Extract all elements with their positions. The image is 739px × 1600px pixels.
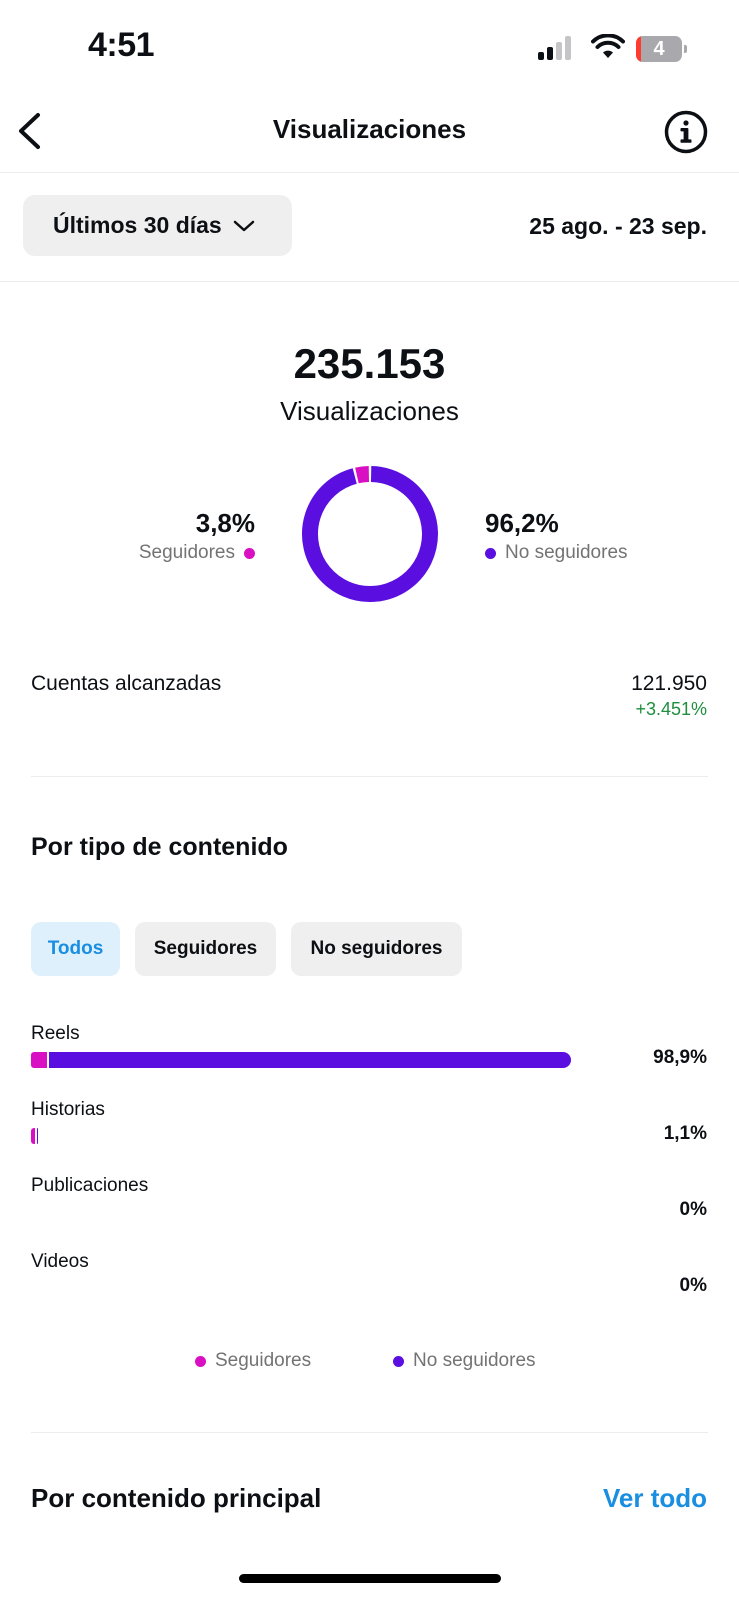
home-indicator — [239, 1574, 501, 1583]
donut-segment-followers — [355, 466, 370, 484]
section-divider — [31, 776, 708, 777]
date-range-text: 25 ago. - 23 sep. — [529, 213, 707, 239]
info-icon[interactable] — [664, 110, 708, 154]
followers-percentage: 3,8% — [195, 508, 255, 538]
non-followers-percentage: 96,2% — [485, 508, 559, 538]
followers-legend-label: Seguidores — [138, 542, 235, 563]
content-row-posts-pct: 0% — [679, 1199, 707, 1220]
header-divider — [0, 172, 739, 173]
date-range-dropdown[interactable]: Últimos 30 días — [23, 195, 292, 256]
legend-followers-label: Seguidores — [215, 1350, 312, 1371]
accounts-reached-change: +3.451% — [635, 699, 707, 719]
legend-followers: Seguidores — [195, 1350, 311, 1372]
chevron-down-icon — [233, 220, 254, 231]
content-row-posts-label: Publicaciones — [31, 1175, 149, 1196]
content-type-title: Por tipo de contenido — [31, 833, 288, 861]
content-row-reels-pct: 98,9% — [653, 1047, 707, 1068]
battery-icon: 4 — [636, 36, 687, 62]
total-views-label: Visualizaciones — [280, 396, 459, 426]
section-divider-2 — [31, 1432, 708, 1433]
cellular-signal-icon — [538, 36, 576, 60]
followers-donut-chart — [302, 466, 438, 602]
non-followers-legend-label: No seguidores — [505, 542, 628, 563]
accounts-reached-label: Cuentas alcanzadas — [31, 672, 222, 695]
tab-followers[interactable]: Seguidores — [135, 922, 276, 976]
status-time: 4:51 — [88, 26, 155, 64]
wifi-icon — [591, 34, 625, 58]
bar-segment-non-followers — [49, 1052, 571, 1068]
donut-segment-non-followers — [302, 466, 438, 602]
see-all-link[interactable]: Ver todo — [603, 1483, 707, 1514]
legend-non-followers-label: No seguidores — [413, 1350, 536, 1371]
content-row-stories-label: Historias — [31, 1099, 105, 1120]
non-followers-legend: No seguidores — [485, 542, 628, 564]
non-followers-dot-icon — [485, 547, 496, 559]
content-row-stories-pct: 1,1% — [663, 1123, 707, 1144]
content-row-reels-bar — [31, 1052, 571, 1068]
non-followers-dot-icon — [393, 1355, 404, 1367]
content-row-videos-label: Videos — [31, 1251, 89, 1272]
date-range-dropdown-label: Últimos 30 días — [53, 212, 222, 238]
total-views: 235.153 — [293, 340, 446, 387]
top-content-title: Por contenido principal — [31, 1483, 322, 1513]
followers-dot-icon — [244, 547, 255, 559]
content-row-reels-label: Reels — [31, 1023, 80, 1044]
bar-segment-followers — [31, 1052, 48, 1068]
followers-dot-icon — [195, 1355, 206, 1367]
content-row-videos-pct: 0% — [679, 1275, 707, 1296]
filter-divider — [0, 281, 739, 282]
battery-level: 4 — [653, 38, 665, 60]
followers-legend: Seguidores — [139, 542, 255, 564]
page-title: Visualizaciones — [272, 114, 467, 144]
content-row-stories-bar — [31, 1128, 37, 1144]
accounts-reached-value: 121.950 — [631, 672, 707, 695]
tab-non-followers[interactable]: No seguidores — [291, 922, 462, 976]
legend-non-followers: No seguidores — [393, 1350, 536, 1372]
tab-all[interactable]: Todos — [31, 922, 120, 976]
